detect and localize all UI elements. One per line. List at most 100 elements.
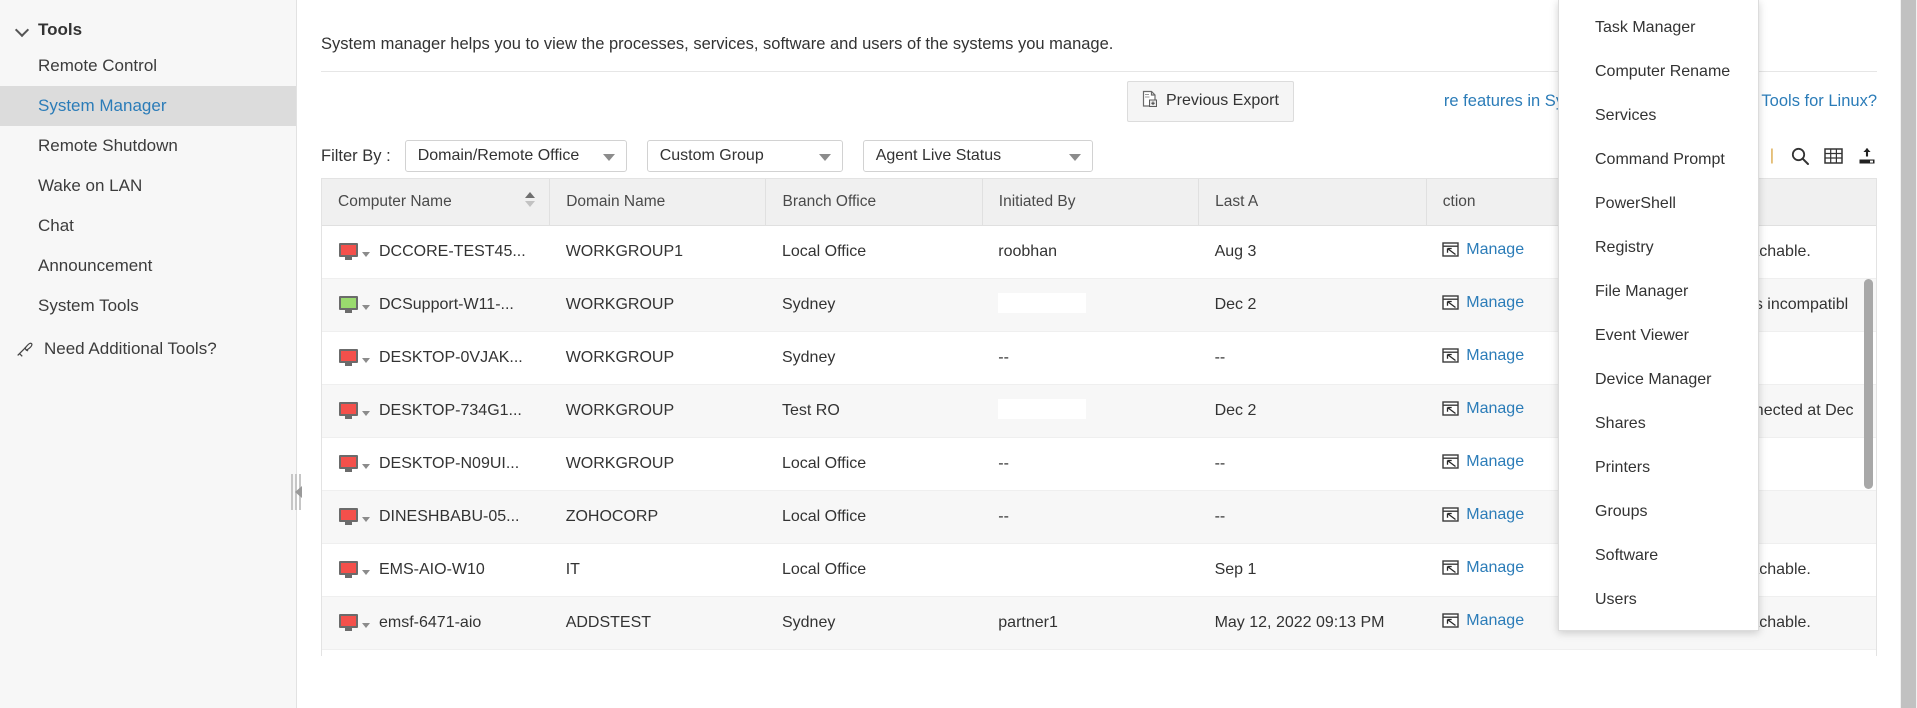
menu-item-label: Device Manager (1595, 371, 1712, 388)
manage-link[interactable]: Manage (1442, 294, 1524, 312)
cell-branch-office-label: Local Office (782, 508, 866, 525)
cell-last-accessed: Dec 22, 2022 03:30 PM (1199, 650, 1427, 657)
row-menu-caret-icon[interactable] (362, 623, 370, 628)
menu-item-label: Shares (1595, 415, 1646, 432)
monitor-status-icon (338, 243, 360, 261)
cell-domain-name: WORKGROUP (550, 385, 766, 438)
sidebar-item-system-tools[interactable]: System Tools (0, 286, 296, 326)
column-header-initiated-by[interactable]: Initiated By (982, 179, 1198, 226)
row-menu-caret-icon[interactable] (362, 358, 370, 363)
menu-item-shares[interactable]: Shares (1559, 402, 1758, 446)
menu-item-users[interactable]: Users (1559, 578, 1758, 622)
table-row[interactable]: EMSFW-WIN10WORKGROUPLondon..Dec 22, 2022… (322, 650, 1876, 657)
computer-name-label: emsf-6471-aio (379, 614, 481, 632)
menu-item-label: Task Manager (1595, 19, 1696, 36)
menu-item-registry[interactable]: Registry (1559, 226, 1758, 270)
sidebar-item-wake-on-lan[interactable]: Wake on LAN (0, 166, 296, 206)
manage-link[interactable]: Manage (1442, 347, 1524, 365)
cell-domain-name-label: ZOHOCORP (566, 508, 658, 525)
cell-branch-office: Local Office (766, 544, 982, 597)
column-header-branch-office[interactable]: Branch Office (766, 179, 982, 226)
cell-last-accessed: Sep 1 (1199, 544, 1427, 597)
manage-link[interactable]: Manage (1442, 400, 1524, 418)
menu-item-file-manager[interactable]: File Manager (1559, 270, 1758, 314)
column-header-domain-name[interactable]: Domain Name (550, 179, 766, 226)
cell-last-accessed-label: -- (1215, 508, 1226, 525)
row-menu-caret-icon[interactable] (362, 464, 370, 469)
menu-item-computer-rename[interactable]: Computer Rename (1559, 50, 1758, 94)
sidebar-item-announcement[interactable]: Announcement (0, 246, 296, 286)
cell-domain-name: WORKGROUP (550, 332, 766, 385)
need-additional-tools-link[interactable]: Need Additional Tools? (0, 326, 296, 370)
menu-item-command-prompt[interactable]: Command Prompt (1559, 138, 1758, 182)
manage-link[interactable]: Manage (1442, 559, 1524, 577)
search-icon[interactable] (1790, 146, 1810, 166)
column-settings-icon[interactable] (1824, 147, 1843, 165)
sidebar-item-system-manager[interactable]: System Manager (0, 86, 296, 126)
manage-link[interactable]: Manage (1442, 241, 1524, 259)
row-menu-caret-icon[interactable] (362, 517, 370, 522)
menu-item-powershell[interactable]: PowerShell (1559, 182, 1758, 226)
manage-label: Manage (1466, 559, 1524, 577)
column-header-computer-name[interactable]: Computer Name (322, 179, 550, 226)
export-upload-icon[interactable] (1857, 147, 1877, 165)
monitor-status-icon (338, 349, 360, 367)
menu-item-printers[interactable]: Printers (1559, 446, 1758, 490)
cell-branch-office: Test RO (766, 385, 982, 438)
page-vertical-scrollbar[interactable] (1900, 0, 1917, 708)
menu-item-software[interactable]: Software (1559, 534, 1758, 578)
remote-window-icon (1442, 242, 1460, 258)
row-menu-caret-icon[interactable] (362, 252, 370, 257)
monitor-status-icon (338, 561, 360, 579)
cell-last-accessed-label: -- (1215, 455, 1226, 472)
cell-domain-name: WORKGROUP (550, 650, 766, 657)
row-menu-caret-icon[interactable] (362, 411, 370, 416)
cell-computer-name: DINESHBABU-05... (322, 491, 550, 544)
menu-item-event-viewer[interactable]: Event Viewer (1559, 314, 1758, 358)
cell-branch-office-label: Local Office (782, 561, 866, 578)
manage-link[interactable]: Manage (1442, 506, 1524, 524)
manage-link[interactable]: Manage (1442, 612, 1524, 630)
menu-item-task-manager[interactable]: Task Manager (1559, 6, 1758, 50)
column-header-computer-name-label: Computer Name (338, 193, 452, 210)
cell-initiated-by: .. (982, 650, 1198, 657)
sidebar-collapse-handle[interactable] (287, 470, 304, 514)
filter-select-domain-remote-office[interactable]: Domain/Remote Office (405, 140, 627, 172)
menu-item-groups[interactable]: Groups (1559, 490, 1758, 534)
menu-item-label: Command Prompt (1595, 151, 1725, 168)
row-menu-caret-icon[interactable] (362, 305, 370, 310)
menu-item-device-manager[interactable]: Device Manager (1559, 358, 1758, 402)
document-export-icon (1142, 90, 1159, 113)
splitter-grip-icon (291, 474, 301, 510)
sort-toggle-icon[interactable] (525, 192, 535, 212)
sidebar-header[interactable]: Tools (0, 14, 296, 46)
cell-computer-name: DESKTOP-734G1... (322, 385, 550, 438)
sidebar-item-remote-control[interactable]: Remote Control (0, 46, 296, 86)
row-menu-caret-icon[interactable] (362, 570, 370, 575)
sidebar-item-label: System Manager (38, 96, 167, 115)
filter-select-custom-group-value: Custom Group (660, 147, 764, 165)
sidebar-item-label: Remote Control (38, 56, 157, 75)
redacted-value (998, 558, 1086, 578)
monitor-status-icon (338, 508, 360, 526)
sidebar-item-chat[interactable]: Chat (0, 206, 296, 246)
menu-item-services[interactable]: Services (1559, 94, 1758, 138)
cell-branch-office-label: Test RO (782, 402, 840, 419)
cell-computer-name: DCCORE-TEST45... (322, 226, 550, 279)
computer-name-label: DINESHBABU-05... (379, 508, 519, 526)
column-header-last-accessed[interactable]: Last A (1199, 179, 1427, 226)
sidebar-item-remote-shutdown[interactable]: Remote Shutdown (0, 126, 296, 166)
cell-initiated-by (982, 385, 1198, 438)
cell-last-accessed-label: Sep 1 (1215, 561, 1257, 578)
filter-select-custom-group[interactable]: Custom Group (647, 140, 843, 172)
remote-window-icon (1442, 295, 1460, 311)
menu-item-label: Groups (1595, 503, 1647, 520)
filter-select-agent-live-status[interactable]: Agent Live Status (863, 140, 1093, 172)
manage-link[interactable]: Manage (1442, 453, 1524, 471)
cell-initiated-by-label: roobhan (998, 243, 1057, 260)
sidebar-item-label: System Tools (38, 296, 139, 315)
page-scrollbar-thumb[interactable] (1901, 0, 1916, 708)
table-vertical-scrollbar[interactable] (1864, 279, 1873, 489)
previous-export-button[interactable]: Previous Export (1127, 81, 1294, 122)
cell-domain-name: ADDSTEST (550, 597, 766, 650)
